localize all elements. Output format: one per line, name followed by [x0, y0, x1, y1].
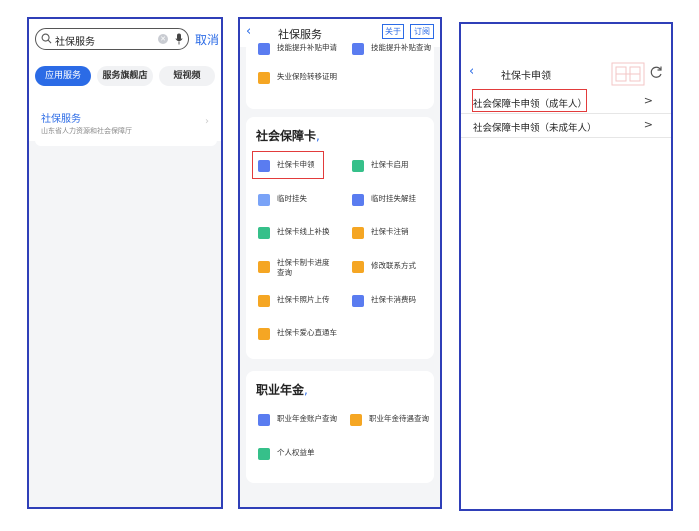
service-item-edit-contact[interactable]: 修改联系方式	[352, 258, 432, 278]
chevron-right-icon: >	[643, 94, 653, 107]
page-title: 社保卡申领	[501, 71, 551, 82]
service-item-temp-loss-release[interactable]: 临时挂失解挂	[352, 191, 432, 211]
chevron-right-icon: >	[643, 118, 653, 131]
service-label: 社保卡爱心直通车	[277, 328, 337, 337]
service-item[interactable]: 技能提升补贴查询	[352, 40, 434, 60]
account-icon	[350, 414, 362, 426]
nav-bar: ‹ 社保卡申领	[461, 62, 671, 86]
service-label: 技能提升补贴查询	[371, 43, 431, 52]
subscribe-button[interactable]: 订阅	[410, 24, 434, 39]
chevron-right-icon: ›	[205, 116, 209, 127]
card-icon	[258, 43, 270, 55]
service-label: 修改联系方式	[371, 261, 416, 270]
photo-icon	[258, 295, 270, 307]
result-title: 社保服务	[41, 114, 81, 125]
card-icon	[258, 261, 270, 273]
service-item-unemployment-transfer[interactable]: 失业保险转移证明	[258, 69, 348, 89]
search-screen: 社保服务 ✕ 取消 应用服务 服务旗舰店 短视频 社保服务 山东省人力资源和社会…	[27, 17, 223, 509]
back-arrow-icon[interactable]: ‹	[469, 64, 474, 79]
decorative-pattern-icon	[611, 62, 645, 86]
service-label: 社保卡线上补换	[277, 227, 330, 236]
highlight-box	[252, 151, 324, 179]
service-item-card-activate[interactable]: 社保卡启用	[352, 157, 432, 177]
service-item-temp-loss[interactable]: 临时挂失	[258, 191, 338, 211]
card-icon	[258, 328, 270, 340]
search-result-card[interactable]: 社保服务 山东省人力资源和社会保障厅 ›	[35, 102, 217, 146]
service-label: 临时挂失	[277, 194, 307, 203]
card-icon	[352, 194, 364, 206]
service-label: 职业年金待遇查询	[369, 414, 429, 423]
service-label: 社保卡启用	[371, 160, 409, 169]
service-label: 社保卡制卡进度查询	[277, 258, 330, 277]
service-label: 个人权益单	[277, 448, 315, 457]
decorative-hook-icon: ,	[316, 129, 320, 143]
about-button[interactable]: 关于	[382, 24, 404, 39]
service-item-consumption-code[interactable]: 社保卡消费码	[352, 292, 432, 312]
search-icon	[41, 33, 52, 44]
card-icon	[352, 227, 364, 239]
list-item-minor-apply[interactable]: 社会保障卡申领（未成年人） >	[461, 114, 671, 138]
service-label: 技能提升补贴申请	[277, 43, 337, 52]
tab-app-services[interactable]: 应用服务	[35, 66, 91, 86]
service-card-training: 技能提升补贴申请 技能提升补贴查询 失业保险转移证明	[246, 41, 434, 109]
service-item-online-replace[interactable]: 社保卡线上补换	[258, 224, 338, 244]
section-title-annuity: 职业年金,	[256, 381, 308, 398]
tab-flagship-stores[interactable]: 服务旗舰店	[97, 66, 153, 86]
result-subtitle: 山东省人力资源和社会保障厅	[41, 127, 132, 135]
service-label: 临时挂失解挂	[371, 194, 416, 203]
service-item-photo-upload[interactable]: 社保卡照片上传	[258, 292, 338, 312]
card-icon	[352, 261, 364, 273]
person-icon	[258, 448, 270, 460]
social-card-section: 社会保障卡, 社保卡申领 社保卡启用 临时挂失 临时挂失解挂 社保卡线上补换 社…	[246, 117, 434, 359]
card-icon	[352, 160, 364, 172]
section-title-text: 职业年金	[256, 383, 305, 397]
tab-short-videos[interactable]: 短视频	[159, 66, 215, 86]
section-title-text: 社会保障卡	[256, 129, 317, 143]
back-arrow-icon[interactable]: ‹	[246, 24, 251, 39]
service-label: 社保卡消费码	[371, 295, 416, 304]
service-label: 职业年金账户查询	[277, 414, 337, 423]
list-item-label: 社会保障卡申领（未成年人）	[473, 123, 597, 134]
refresh-icon[interactable]	[649, 65, 663, 79]
social-services-screen: ‹ 社保服务 关于 订阅 技能提升补贴申请 技能提升补贴查询 失业保险转移证明 …	[238, 17, 442, 509]
card-icon	[258, 72, 270, 84]
code-icon	[352, 295, 364, 307]
card-icon	[352, 43, 364, 55]
service-item-personal-statement[interactable]: 个人权益单	[258, 445, 338, 465]
search-query: 社保服务	[55, 37, 95, 48]
service-label: 失业保险转移证明	[277, 72, 337, 81]
card-icon	[258, 227, 270, 239]
section-title-social-card: 社会保障卡,	[256, 127, 320, 144]
service-item-card-cancel[interactable]: 社保卡注销	[352, 224, 432, 244]
card-apply-screen: ‹ 社保卡申领 社会保障卡申领（成年人） > 社会保障卡申领（未成年人） >	[459, 22, 673, 511]
service-item-card-progress[interactable]: 社保卡制卡进度查询	[258, 255, 338, 281]
microphone-icon[interactable]	[175, 33, 183, 45]
service-item-care-express[interactable]: 社保卡爱心直通车	[258, 325, 348, 345]
cancel-button[interactable]: 取消	[195, 31, 219, 48]
clear-icon[interactable]: ✕	[158, 34, 168, 44]
card-icon	[258, 194, 270, 206]
service-item-annuity-account[interactable]: 职业年金账户查询	[258, 411, 342, 431]
annuity-section: 职业年金, 职业年金账户查询 职业年金待遇查询 个人权益单	[246, 371, 434, 483]
account-icon	[258, 414, 270, 426]
highlight-box	[472, 89, 587, 112]
service-label: 社保卡注销	[371, 227, 409, 236]
service-item-annuity-benefit[interactable]: 职业年金待遇查询	[350, 411, 434, 431]
service-label: 社保卡照片上传	[277, 295, 330, 304]
decorative-hook-icon: ,	[304, 383, 308, 397]
service-item[interactable]: 技能提升补贴申请	[258, 40, 338, 60]
result-tabs: 应用服务 服务旗舰店 短视频	[35, 66, 215, 86]
search-input[interactable]: 社保服务 ✕	[35, 28, 189, 50]
